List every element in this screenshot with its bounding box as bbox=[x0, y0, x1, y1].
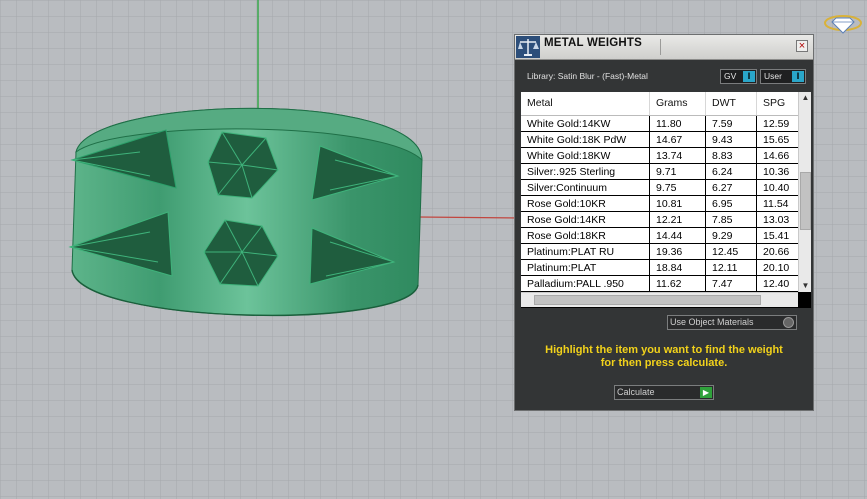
table-row[interactable]: White Gold:18K PdW 14.67 9.43 15.65 bbox=[521, 132, 798, 148]
gv-toggle-label: GV bbox=[724, 71, 737, 81]
table-row[interactable]: Silver:.925 Sterling 9.71 6.24 10.36 bbox=[521, 164, 798, 180]
instructions-text: Highlight the item you want to find the … bbox=[525, 344, 803, 370]
dwt-cell: 6.95 bbox=[705, 196, 756, 211]
metal-cell: Silver:Continuum bbox=[527, 182, 607, 194]
spg-cell: 15.41 bbox=[756, 228, 798, 243]
metal-cell: Platinum:PLAT bbox=[527, 262, 597, 274]
grams-cell: 9.71 bbox=[649, 164, 705, 179]
user-toggle[interactable]: User I bbox=[760, 69, 806, 84]
table-row[interactable]: White Gold:18KW 13.74 8.83 14.66 bbox=[521, 148, 798, 164]
calculate-button[interactable]: Calculate ▶ bbox=[614, 385, 714, 400]
table-row[interactable]: Rose Gold:10KR 10.81 6.95 11.54 bbox=[521, 196, 798, 212]
grams-cell: 13.74 bbox=[649, 148, 705, 163]
use-object-materials-button[interactable]: Use Object Materials bbox=[667, 315, 797, 330]
spg-cell: 12.59 bbox=[756, 116, 798, 131]
vertical-scrollbar[interactable]: ▲ ▼ bbox=[798, 92, 811, 292]
panel-title: METAL WEIGHTS bbox=[544, 37, 643, 49]
ring-model[interactable] bbox=[68, 107, 423, 317]
horizontal-scrollbar[interactable] bbox=[521, 292, 798, 307]
dwt-cell: 6.24 bbox=[705, 164, 756, 179]
table-row[interactable]: Rose Gold:18KR 14.44 9.29 15.41 bbox=[521, 228, 798, 244]
dwt-cell: 9.43 bbox=[705, 132, 756, 147]
library-label: Library: Satin Blur - (Fast)-Metal bbox=[527, 71, 648, 81]
gv-toggle[interactable]: GV I bbox=[720, 69, 757, 84]
metal-cell: White Gold:18KW bbox=[527, 150, 611, 162]
dwt-cell: 7.59 bbox=[705, 116, 756, 131]
instructions-line-2: for then press calculate. bbox=[600, 357, 728, 369]
scale-icon bbox=[516, 36, 540, 58]
grams-cell: 11.80 bbox=[649, 116, 705, 131]
column-header-spg[interactable]: SPG bbox=[756, 92, 798, 115]
close-button[interactable]: × bbox=[796, 40, 808, 52]
grams-cell: 18.84 bbox=[649, 260, 705, 275]
metal-cell: Platinum:PLAT RU bbox=[527, 246, 615, 258]
metal-weights-table[interactable]: Metal Grams DWT SPG White Gold:14KW 11.8… bbox=[521, 92, 811, 308]
grams-cell: 14.67 bbox=[649, 132, 705, 147]
metal-cell: White Gold:14KW bbox=[527, 118, 611, 130]
horizontal-scroll-thumb[interactable] bbox=[534, 295, 761, 305]
table-row[interactable]: Platinum:PLAT 18.84 12.11 20.10 bbox=[521, 260, 798, 276]
spg-cell: 13.03 bbox=[756, 212, 798, 227]
dwt-cell: 12.45 bbox=[705, 244, 756, 259]
use-object-materials-label: Use Object Materials bbox=[670, 317, 754, 327]
table-row[interactable]: Rose Gold:14KR 12.21 7.85 13.03 bbox=[521, 212, 798, 228]
metal-cell: Rose Gold:14KR bbox=[527, 214, 606, 226]
spg-cell: 11.54 bbox=[756, 196, 798, 211]
dwt-cell: 12.11 bbox=[705, 260, 756, 275]
play-arrow-icon[interactable]: ▶ bbox=[700, 387, 712, 398]
metal-cell: White Gold:18K PdW bbox=[527, 134, 627, 146]
instructions-line-1: Highlight the item you want to find the … bbox=[545, 344, 783, 356]
grams-cell: 9.75 bbox=[649, 180, 705, 195]
gv-toggle-switch[interactable]: I bbox=[743, 71, 755, 82]
column-header-grams[interactable]: Grams bbox=[649, 92, 705, 115]
dwt-cell: 9.29 bbox=[705, 228, 756, 243]
diamond-logo-icon[interactable] bbox=[823, 10, 863, 36]
user-toggle-label: User bbox=[764, 71, 782, 81]
grams-cell: 14.44 bbox=[649, 228, 705, 243]
column-header-metal[interactable]: Metal bbox=[521, 92, 649, 115]
scroll-down-icon[interactable]: ▼ bbox=[799, 280, 811, 292]
grams-cell: 12.21 bbox=[649, 212, 705, 227]
table-body: White Gold:14KW 11.80 7.59 12.59 White G… bbox=[521, 116, 798, 292]
scroll-up-icon[interactable]: ▲ bbox=[799, 92, 811, 104]
table-header: Metal Grams DWT SPG bbox=[521, 92, 798, 116]
table-row[interactable]: Platinum:PLAT RU 19.36 12.45 20.66 bbox=[521, 244, 798, 260]
dwt-cell: 8.83 bbox=[705, 148, 756, 163]
spg-cell: 20.10 bbox=[756, 260, 798, 275]
calculate-label: Calculate bbox=[617, 387, 655, 397]
table-row[interactable]: Palladium:PALL .950 11.62 7.47 12.40 bbox=[521, 276, 798, 292]
panel-header[interactable]: METAL WEIGHTS × bbox=[515, 35, 813, 60]
spg-cell: 10.36 bbox=[756, 164, 798, 179]
dwt-cell: 6.27 bbox=[705, 180, 756, 195]
metal-cell: Silver:.925 Sterling bbox=[527, 166, 616, 178]
header-divider bbox=[660, 39, 661, 55]
spg-cell: 20.66 bbox=[756, 244, 798, 259]
metal-cell: Rose Gold:10KR bbox=[527, 198, 606, 210]
metal-cell: Palladium:PALL .950 bbox=[527, 278, 624, 290]
dwt-cell: 7.85 bbox=[705, 212, 756, 227]
table-row[interactable]: White Gold:14KW 11.80 7.59 12.59 bbox=[521, 116, 798, 132]
spg-cell: 15.65 bbox=[756, 132, 798, 147]
spg-cell: 10.40 bbox=[756, 180, 798, 195]
user-toggle-switch[interactable]: I bbox=[792, 71, 804, 82]
radio-icon[interactable] bbox=[783, 317, 794, 328]
grams-cell: 11.62 bbox=[649, 276, 705, 291]
spg-cell: 12.40 bbox=[756, 276, 798, 291]
metal-cell: Rose Gold:18KR bbox=[527, 230, 606, 242]
column-header-dwt[interactable]: DWT bbox=[705, 92, 756, 115]
metal-weights-panel: METAL WEIGHTS × Library: Satin Blur - (F… bbox=[514, 34, 814, 411]
table-row[interactable]: Silver:Continuum 9.75 6.27 10.40 bbox=[521, 180, 798, 196]
grams-cell: 10.81 bbox=[649, 196, 705, 211]
vertical-scroll-thumb[interactable] bbox=[800, 172, 811, 230]
dwt-cell: 7.47 bbox=[705, 276, 756, 291]
grams-cell: 19.36 bbox=[649, 244, 705, 259]
spg-cell: 14.66 bbox=[756, 148, 798, 163]
